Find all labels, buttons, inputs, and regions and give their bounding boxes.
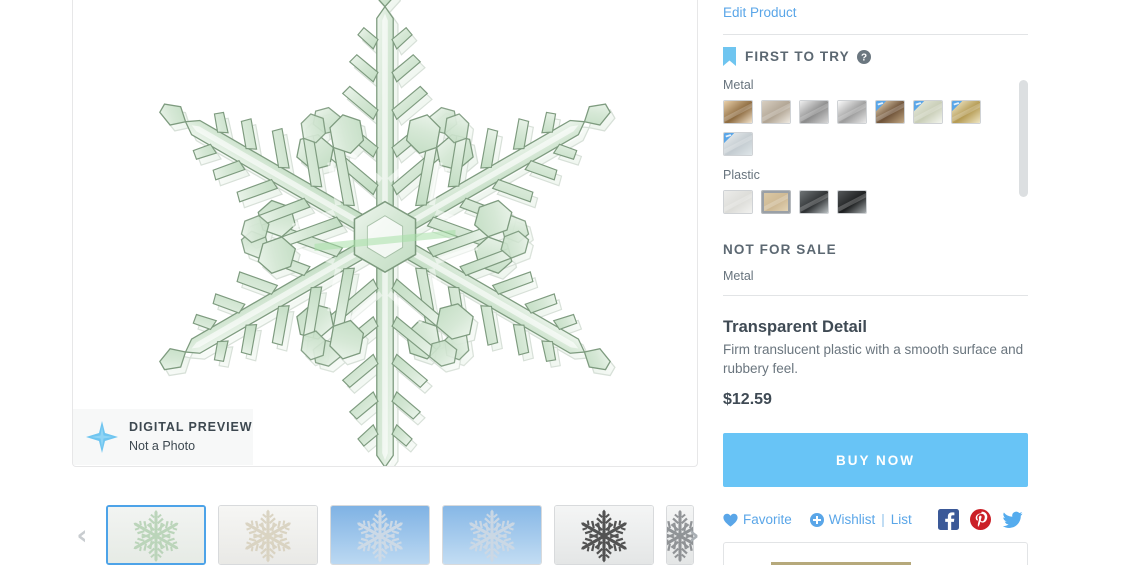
divider-mid [723,295,1028,296]
swatch-metal-4[interactable] [837,100,867,124]
swatch-metal-6[interactable] [913,100,943,124]
thumbnail-list [106,505,694,565]
divider-top [723,34,1028,35]
snowflake-render [150,0,620,466]
heart-icon [723,513,738,527]
product-image-stage [73,0,697,466]
thumbnail-item[interactable] [218,505,318,565]
thumbnail-item[interactable] [442,505,542,565]
first-to-try-header: FIRST TO TRY ? [723,47,1028,66]
product-name: Transparent Detail [723,318,867,336]
digital-preview-badge: DIGITAL PREVIEW Not a Photo [73,409,253,465]
swatch-plastic-2[interactable] [761,190,791,214]
material-swatch-groups: Metal Plastic [723,78,1028,214]
sparkle-star-icon [85,420,119,454]
thumbnail-item[interactable] [554,505,654,565]
product-page: DIGITAL PREVIEW Not a Photo ‹ › Edit Pro… [0,0,1136,565]
action-row: Favorite Wishlist | List [723,509,1028,530]
bookmark-ribbon-icon [723,47,736,66]
plus-circle-icon [809,512,824,527]
digital-preview-title: DIGITAL PREVIEW [129,420,253,434]
first-to-try-title: FIRST TO TRY [745,49,850,64]
panel-scrollbar[interactable] [1019,80,1028,197]
thumbnail-item[interactable] [330,505,430,565]
favorite-button[interactable]: Favorite [723,512,792,527]
material-group-label: Metal [723,78,754,92]
twitter-icon[interactable] [1002,509,1023,530]
list-label: List [890,512,912,527]
swatch-metal-1[interactable] [723,100,753,124]
swatch-plastic-3[interactable] [799,190,829,214]
buy-now-button[interactable]: BUY NOW [723,433,1028,487]
related-card[interactable] [723,542,1028,565]
product-description: Firm translucent plastic with a smooth s… [723,342,1024,376]
swatch-plastic-4[interactable] [837,190,867,214]
swatch-metal-7[interactable] [951,100,981,124]
product-price: $12.59 [723,391,772,408]
social-share-row [937,509,1023,530]
favorite-label: Favorite [743,512,792,527]
wishlist-button[interactable]: Wishlist [809,512,876,527]
thumbnail-next-arrow[interactable]: › [682,521,706,551]
first-to-try-section: FIRST TO TRY ? Metal Plastic [723,47,1028,214]
list-button[interactable]: List [891,512,912,527]
question-mark-circle-icon[interactable]: ? [856,49,871,64]
thumbnail-strip: ‹ › [60,505,720,565]
swatch-metal-3[interactable] [799,100,829,124]
svg-text:?: ? [861,52,867,63]
swatch-plastic-1[interactable] [723,190,753,214]
not-for-sale-material: Metal [723,269,754,283]
pinterest-icon[interactable] [969,509,991,530]
digital-preview-subtitle: Not a Photo [129,439,196,453]
material-group-label: Plastic [723,168,760,182]
swatch-metal-2[interactable] [761,100,791,124]
material-swatch-row [723,100,985,156]
product-info-panel: Edit Product FIRST TO TRY ? Metal Plasti… [723,0,1028,565]
action-separator: | [881,512,885,527]
swatch-metal-5[interactable] [875,100,905,124]
product-image-viewer[interactable]: DIGITAL PREVIEW Not a Photo [72,0,698,467]
digital-preview-text: DIGITAL PREVIEW Not a Photo [129,419,252,455]
facebook-icon[interactable] [937,509,959,530]
wishlist-label: Wishlist [828,512,876,527]
material-swatch-row [723,190,985,214]
not-for-sale-title: NOT FOR SALE [723,242,837,257]
thumbnail-item[interactable] [106,505,206,565]
edit-product-link[interactable]: Edit Product [723,5,797,20]
swatch-metal-8[interactable] [723,132,753,156]
thumbnail-prev-arrow[interactable]: ‹ [70,521,94,551]
